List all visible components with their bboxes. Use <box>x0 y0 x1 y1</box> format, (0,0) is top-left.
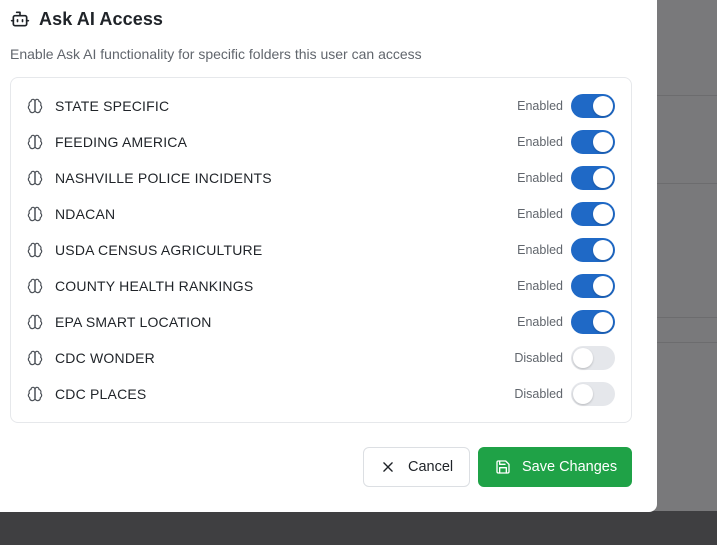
folder-status: Enabled <box>517 279 563 293</box>
folder-name: EPA SMART LOCATION <box>55 314 212 330</box>
ask-ai-toggle[interactable] <box>571 274 615 298</box>
folder-row: CDC PLACES Disabled <box>11 376 631 412</box>
brain-icon <box>27 242 43 258</box>
folder-name: CDC PLACES <box>55 386 147 402</box>
brain-icon <box>27 350 43 366</box>
cancel-button[interactable]: Cancel <box>363 447 470 487</box>
folder-name: FEEDING AMERICA <box>55 134 188 150</box>
close-icon <box>383 462 393 472</box>
brain-icon <box>27 278 43 294</box>
ask-ai-toggle[interactable] <box>571 94 615 118</box>
toggle-knob <box>593 96 613 116</box>
ask-ai-toggle[interactable] <box>571 238 615 262</box>
toggle-knob <box>593 312 613 332</box>
folder-name: STATE SPECIFIC <box>55 98 170 114</box>
toggle-knob <box>593 204 613 224</box>
toggle-knob <box>593 240 613 260</box>
toggle-knob <box>573 384 593 404</box>
folder-status: Disabled <box>514 351 563 365</box>
cancel-button-label: Cancel <box>408 459 454 475</box>
ask-ai-toggle[interactable] <box>571 202 615 226</box>
folder-row: USDA CENSUS AGRICULTURE Enabled <box>11 232 631 268</box>
folder-status: Enabled <box>517 135 563 149</box>
folder-status: Enabled <box>517 171 563 185</box>
brain-icon <box>27 134 43 150</box>
ask-ai-toggle[interactable] <box>571 346 615 370</box>
bot-icon <box>10 11 30 27</box>
save-button-label: Save Changes <box>522 459 618 475</box>
toggle-knob <box>593 276 613 296</box>
folder-name: NASHVILLE POLICE INCIDENTS <box>55 170 272 186</box>
dialog-subtitle: Enable Ask AI functionality for specific… <box>10 46 422 62</box>
ask-ai-toggle[interactable] <box>571 166 615 190</box>
backdrop-divider <box>656 317 717 318</box>
folder-list: STATE SPECIFIC Enabled FEEDING AMERICA Enab… <box>10 77 632 423</box>
folder-row: NASHVILLE POLICE INCIDENTS Enabled <box>11 160 631 196</box>
backdrop-divider <box>656 95 717 96</box>
dialog-title: Ask AI Access <box>39 8 164 29</box>
brain-icon <box>27 170 43 186</box>
folder-name: NDACAN <box>55 206 116 222</box>
dialog-header: Ask AI Access <box>10 8 163 30</box>
folder-status: Disabled <box>514 387 563 401</box>
folder-name: USDA CENSUS AGRICULTURE <box>55 242 263 258</box>
ask-ai-toggle[interactable] <box>571 130 615 154</box>
folder-status: Enabled <box>517 315 563 329</box>
backdrop-divider <box>656 342 717 343</box>
toggle-knob <box>573 348 593 368</box>
folder-name: CDC WONDER <box>55 350 155 366</box>
toggle-knob <box>593 168 613 188</box>
ask-ai-toggle[interactable] <box>571 310 615 334</box>
save-changes-button[interactable]: Save Changes <box>478 447 632 487</box>
toggle-knob <box>593 132 613 152</box>
brain-icon <box>27 98 43 114</box>
folder-row: STATE SPECIFIC Enabled <box>11 88 631 124</box>
folder-row: COUNTY HEALTH RANKINGS Enabled <box>11 268 631 304</box>
folder-row: NDACAN Enabled <box>11 196 631 232</box>
save-icon <box>496 460 510 474</box>
ask-ai-access-dialog: Ask AI Access Enable Ask AI functionalit… <box>0 0 657 512</box>
brain-icon <box>27 314 43 330</box>
brain-icon <box>27 386 43 402</box>
folder-status: Enabled <box>517 99 563 113</box>
folder-status: Enabled <box>517 243 563 257</box>
folder-row: EPA SMART LOCATION Enabled <box>11 304 631 340</box>
brain-icon <box>27 206 43 222</box>
folder-row: CDC WONDER Disabled <box>11 340 631 376</box>
folder-status: Enabled <box>517 207 563 221</box>
ask-ai-toggle[interactable] <box>571 382 615 406</box>
folder-name: COUNTY HEALTH RANKINGS <box>55 278 254 294</box>
backdrop-divider <box>656 183 717 184</box>
folder-row: FEEDING AMERICA Enabled <box>11 124 631 160</box>
